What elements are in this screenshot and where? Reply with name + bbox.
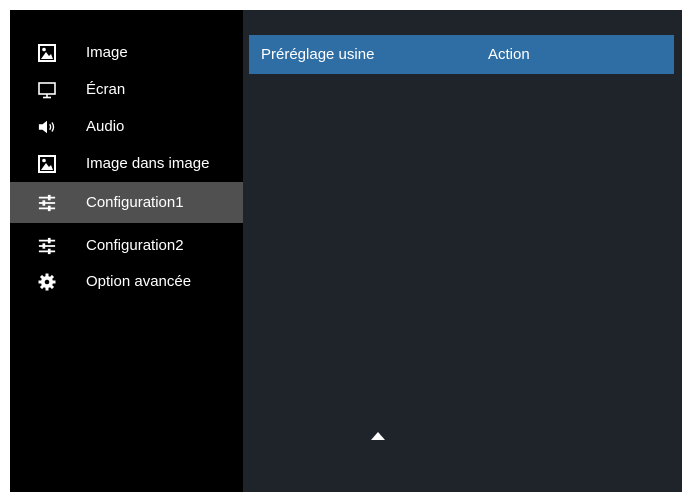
sidebar-item-label: Option avancée (86, 273, 192, 290)
setting-name: Préréglage usine (261, 46, 375, 63)
sidebar-item-label: Image (86, 44, 128, 61)
sidebar-item-configuration2[interactable]: Configuration2 (10, 228, 243, 264)
sidebar-item-label: Audio (86, 118, 125, 135)
sidebar-item-audio[interactable]: Audio (10, 109, 243, 145)
setting-value: Action (488, 46, 530, 63)
picture-in-picture-icon (38, 155, 56, 173)
factory-reset-row[interactable]: Préréglage usine Action (249, 35, 674, 74)
gear-icon (38, 273, 56, 291)
speaker-icon (38, 118, 56, 136)
sidebar-item-label: Écran (86, 81, 126, 98)
osd-screen: Image Écran Audio Image dans image Confi… (10, 10, 682, 492)
picture-icon (38, 44, 56, 62)
sidebar-item-label: Configuration1 (86, 194, 184, 211)
submenu-panel: Préréglage usine Action (243, 10, 682, 492)
sidebar-menu: Image Écran Audio Image dans image Confi… (10, 10, 243, 492)
sidebar-item-option-avancee[interactable]: Option avancée (10, 264, 243, 300)
sidebar-item-configuration1[interactable]: Configuration1 (10, 182, 243, 223)
sidebar-item-image[interactable]: Image (10, 35, 243, 71)
monitor-icon (38, 81, 56, 99)
sliders-icon (38, 194, 56, 212)
sidebar-item-label: Configuration2 (86, 237, 184, 254)
sidebar-item-ecran[interactable]: Écran (10, 72, 243, 108)
sliders-icon (38, 237, 56, 255)
sidebar-item-pip[interactable]: Image dans image (10, 146, 243, 182)
sidebar-item-label: Image dans image (86, 155, 210, 172)
scroll-up-arrow-icon[interactable] (371, 427, 385, 440)
